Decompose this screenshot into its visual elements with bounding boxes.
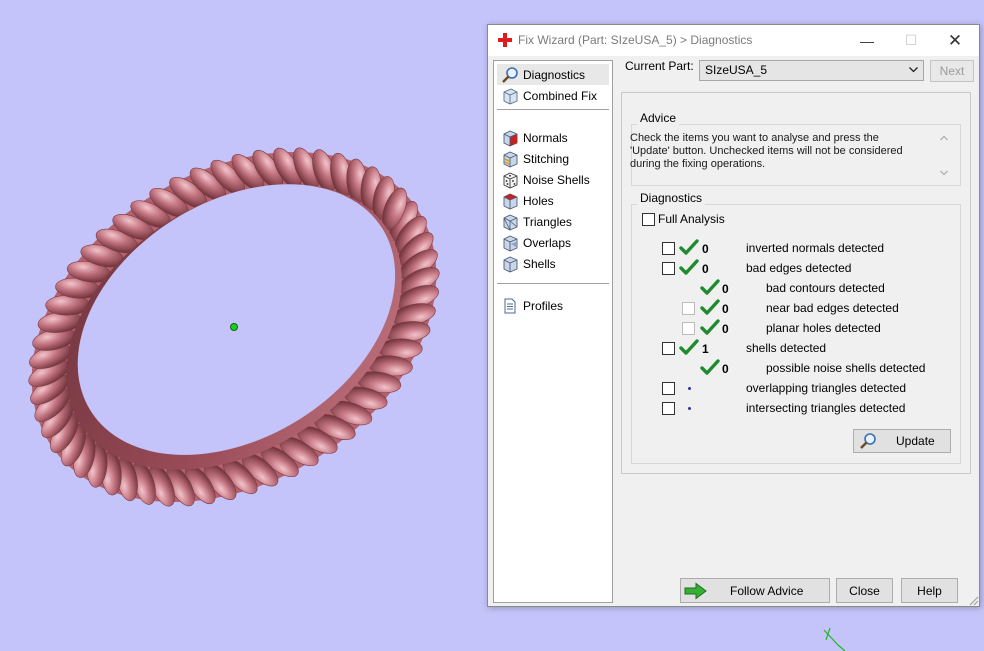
chevron-down-icon (909, 67, 918, 73)
magnifier-icon (860, 433, 876, 449)
triangles-icon (503, 214, 518, 230)
diagnostics-magnifier-icon (502, 66, 518, 83)
nav-item-stitching[interactable]: Stitching (497, 148, 609, 169)
not-analysed-dot-icon (688, 407, 691, 410)
nav-item-normals[interactable]: Normals (497, 127, 609, 148)
inverted-normals-count: 0 (702, 242, 709, 256)
near-bad-edges-count: 0 (722, 302, 729, 316)
scroll-down-icon (940, 170, 948, 176)
resize-grip-icon[interactable] (967, 594, 979, 606)
overlapping-triangles-label: overlapping triangles detected (746, 381, 907, 395)
check-ok-icon (679, 259, 699, 275)
shells-checkbox[interactable] (662, 342, 675, 355)
shells-count: 1 (702, 342, 709, 356)
nav-item-label: Profiles (523, 298, 564, 313)
pivot-point-marker (230, 323, 238, 331)
planar-holes-checkbox[interactable] (682, 322, 695, 335)
nav-item-label: Shells (523, 256, 556, 271)
green-arrow-right-icon (684, 582, 707, 599)
inverted-normals-checkbox[interactable] (662, 242, 675, 255)
overlapping-triangles-checkbox[interactable] (662, 382, 675, 395)
window-title: Fix Wizard (Part: SIzeUSA_5) > Diagnosti… (518, 33, 753, 47)
axis-triad-icon (823, 627, 846, 651)
next-button[interactable]: Next (930, 60, 974, 82)
nav-item-label: Triangles (523, 214, 572, 229)
holes-cube-icon (503, 193, 518, 209)
follow-advice-button[interactable]: Follow Advice (680, 578, 830, 603)
nav-item-label: Noise Shells (523, 172, 590, 187)
follow-advice-label: Follow Advice (730, 583, 804, 598)
nav-divider (497, 283, 609, 284)
nav-item-shells[interactable]: Shells (497, 253, 609, 274)
shells-label: shells detected (746, 341, 827, 355)
planar-holes-count: 0 (722, 322, 729, 336)
near-bad-edges-checkbox[interactable] (682, 302, 695, 315)
nav-item-label: Stitching (523, 151, 570, 166)
overlaps-cube-icon (503, 235, 518, 251)
noise-shells-dice-icon (503, 172, 518, 188)
check-ok-icon (700, 279, 720, 295)
nav-item-diagnostics[interactable]: Diagnostics (497, 64, 609, 85)
bad-edges-checkbox[interactable] (662, 262, 675, 275)
near-bad-edges-label: near bad edges detected (766, 301, 899, 315)
current-part-label: Current Part: (625, 59, 694, 73)
nav-item-overlaps[interactable]: Overlaps (497, 232, 609, 253)
close-button[interactable]: Close (836, 578, 893, 603)
check-ok-icon (679, 339, 699, 355)
nav-item-label: Combined Fix (523, 88, 598, 103)
intersecting-triangles-label: intersecting triangles detected (746, 401, 906, 415)
noise-shells-count: 0 (722, 362, 729, 376)
check-ok-icon (700, 319, 720, 335)
nav-item-label: Normals (523, 130, 568, 145)
nav-item-noise-shells[interactable]: Noise Shells (497, 169, 609, 190)
wizard-navigation: Diagnostics Combined Fix Normals Stitchi… (493, 60, 613, 603)
nav-item-label: Holes (523, 193, 554, 208)
check-ok-icon (700, 299, 720, 315)
nav-item-profiles[interactable]: Profiles (497, 295, 609, 316)
bad-contours-count: 0 (722, 282, 729, 296)
advice-text: Check the items you want to analyse and … (630, 132, 903, 170)
nav-divider (497, 109, 609, 110)
inverted-normals-label: inverted normals detected (746, 241, 885, 255)
help-button[interactable]: Help (901, 578, 958, 603)
combined-fix-icon (503, 88, 518, 104)
shells-cube-icon (503, 256, 518, 272)
full-analysis-checkbox[interactable] (642, 213, 655, 226)
red-cross-icon (498, 33, 512, 47)
minimize-icon[interactable]: — (845, 25, 889, 56)
intersecting-triangles-checkbox[interactable] (662, 402, 675, 415)
update-button-label: Update (896, 434, 935, 448)
noise-shells-label: possible noise shells detected (766, 361, 926, 375)
check-ok-icon (700, 359, 720, 375)
check-ok-icon (679, 239, 699, 255)
nav-item-combined-fix[interactable]: Combined Fix (497, 85, 609, 106)
bad-contours-label: bad contours detected (766, 281, 885, 295)
advice-scrollbar[interactable] (936, 131, 952, 181)
stitching-cube-icon (503, 151, 518, 167)
close-icon[interactable]: ✕ (933, 25, 977, 56)
advice-group-title: Advice (637, 111, 680, 125)
planar-holes-label: planar holes detected (766, 321, 881, 335)
maximize-icon[interactable]: ☐ (889, 25, 933, 56)
bad-edges-count: 0 (702, 262, 709, 276)
not-analysed-dot-icon (688, 387, 691, 390)
scroll-up-icon (940, 135, 948, 141)
current-part-dropdown[interactable]: SIzeUSA_5 (699, 60, 924, 81)
nav-item-label: Diagnostics (523, 67, 586, 82)
nav-item-holes[interactable]: Holes (497, 190, 609, 211)
title-bar[interactable]: Fix Wizard (Part: SIzeUSA_5) > Diagnosti… (488, 25, 979, 56)
bad-edges-label: bad edges detected (746, 261, 852, 275)
normals-cube-icon (503, 130, 518, 146)
nav-item-triangles[interactable]: Triangles (497, 211, 609, 232)
update-button[interactable]: Update (853, 429, 951, 453)
diagnostics-group-title: Diagnostics (637, 191, 706, 205)
full-analysis-label: Full Analysis (658, 212, 725, 226)
fix-wizard-dialog: Fix Wizard (Part: SIzeUSA_5) > Diagnosti… (487, 24, 980, 607)
nav-item-label: Overlaps (523, 235, 572, 250)
current-part-value: SIzeUSA_5 (705, 63, 768, 77)
profiles-document-icon (504, 298, 516, 313)
